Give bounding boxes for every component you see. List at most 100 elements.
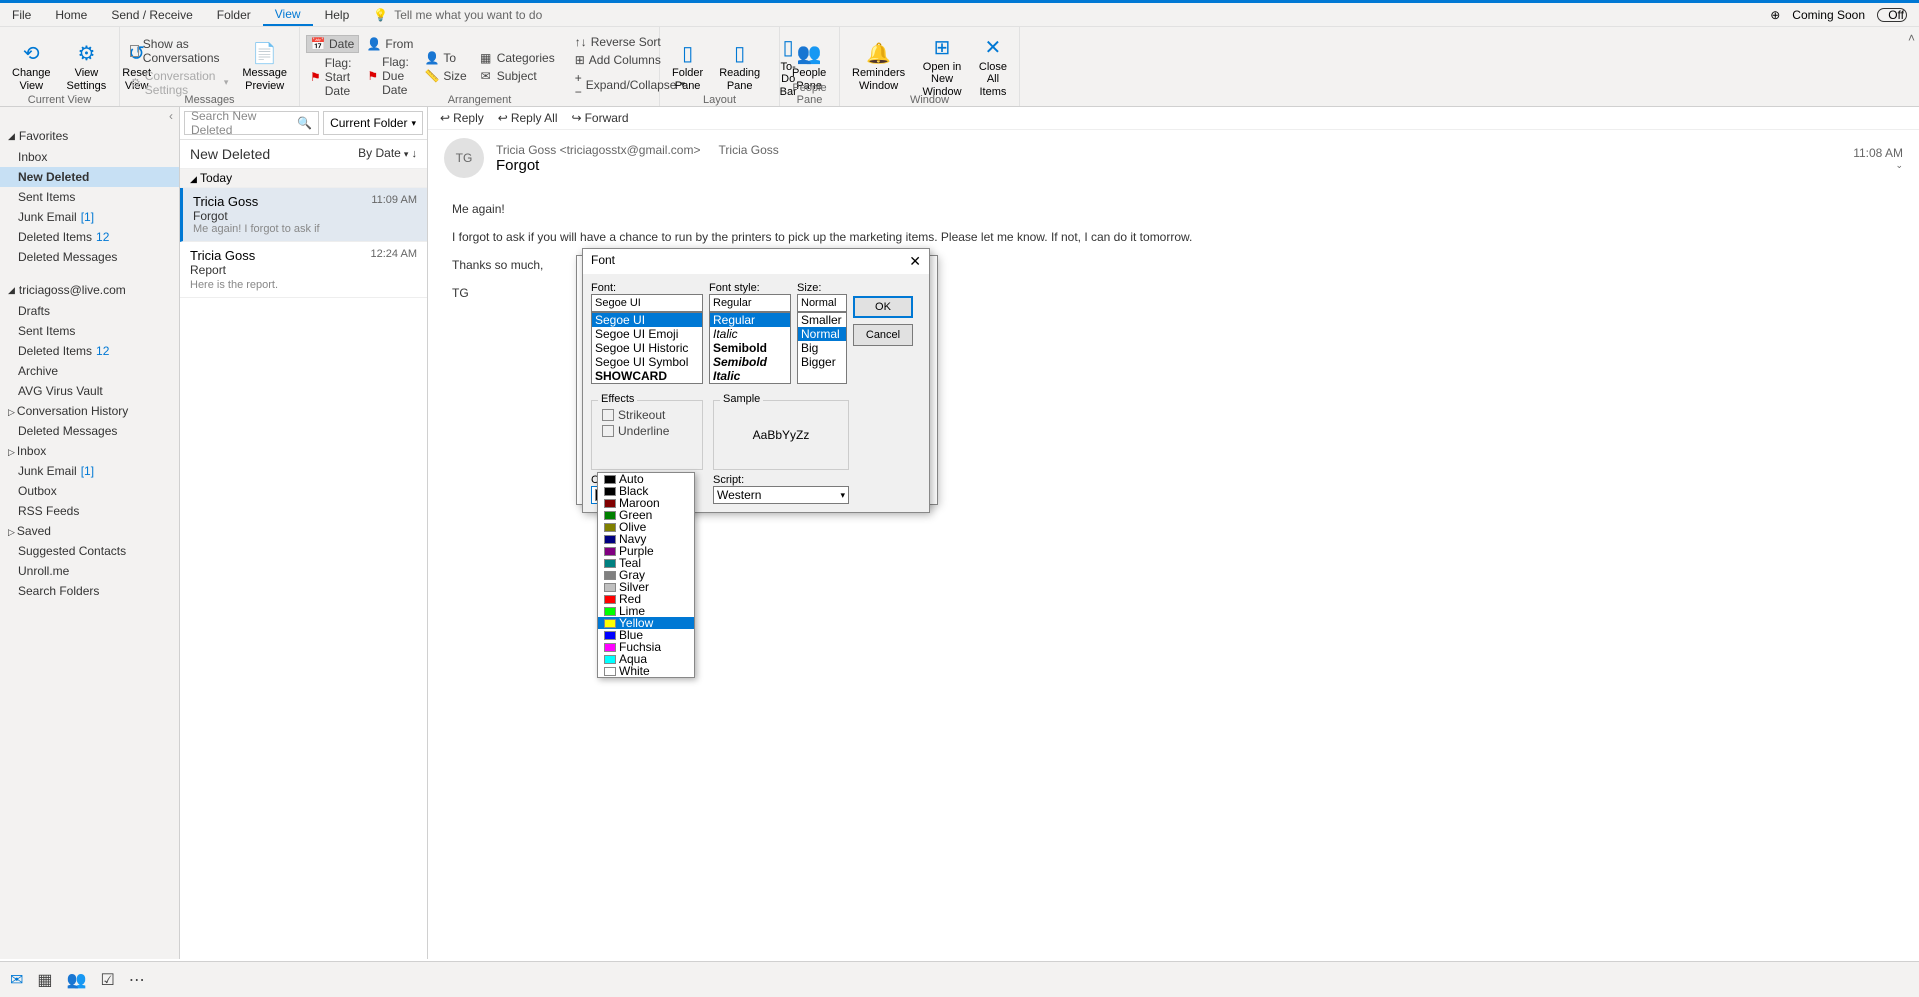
color-option[interactable]: Teal: [598, 557, 694, 569]
font-option[interactable]: Segoe UI Historic: [592, 341, 702, 355]
tell-me[interactable]: 💡 Tell me what you want to do: [373, 8, 542, 22]
tab-home[interactable]: Home: [43, 3, 99, 26]
nav-item[interactable]: Search Folders: [0, 581, 179, 601]
close-button[interactable]: ✕: [909, 253, 921, 270]
view-settings-button[interactable]: ⚙ViewSettings: [61, 29, 113, 104]
style-listbox[interactable]: RegularItalicSemiboldSemibold ItalicBold: [709, 312, 791, 384]
style-option[interactable]: Regular: [710, 313, 790, 327]
font-listbox[interactable]: Segoe UISegoe UI EmojiSegoe UI HistoricS…: [591, 312, 703, 384]
message-row[interactable]: Tricia GossForgotMe again! I forgot to a…: [180, 188, 427, 242]
more-icon[interactable]: ⋯: [129, 970, 145, 990]
collapse-ribbon-button[interactable]: ˄: [1904, 27, 1919, 106]
style-option[interactable]: Semibold: [710, 341, 790, 355]
color-option[interactable]: Purple: [598, 545, 694, 557]
calendar-icon[interactable]: ▦: [37, 970, 52, 990]
nav-item[interactable]: Outbox: [0, 481, 179, 501]
size-option[interactable]: Big: [798, 341, 846, 355]
font-option[interactable]: Segoe UI Symbol: [592, 355, 702, 369]
nav-item[interactable]: Suggested Contacts: [0, 541, 179, 561]
tab-file[interactable]: File: [0, 3, 43, 26]
open-new-window-button[interactable]: ⊞Open in NewWindow: [915, 29, 969, 104]
nav-item[interactable]: Drafts: [0, 301, 179, 321]
color-option[interactable]: Yellow: [598, 617, 694, 629]
group-label: Layout: [660, 94, 779, 106]
style-option[interactable]: Semibold Italic: [710, 355, 790, 383]
color-option[interactable]: Silver: [598, 581, 694, 593]
nav-item[interactable]: Archive: [0, 361, 179, 381]
ok-button[interactable]: OK: [853, 296, 913, 318]
size-listbox[interactable]: SmallerNormalBigBigger: [797, 312, 847, 384]
people-icon[interactable]: 👥: [67, 970, 87, 990]
tab-help[interactable]: Help: [313, 3, 362, 26]
arrange-subject-button[interactable]: ✉Subject: [475, 68, 559, 84]
style-option[interactable]: Bold: [710, 383, 790, 384]
font-option[interactable]: Segoe UI Emoji: [592, 327, 702, 341]
arrange-flag-start-button[interactable]: ⚑Flag: Start Date: [306, 55, 359, 99]
tasks-icon[interactable]: ☑: [100, 970, 114, 990]
nav-item[interactable]: RSS Feeds: [0, 501, 179, 521]
nav-item[interactable]: Deleted Messages: [0, 421, 179, 441]
nav-item[interactable]: Inbox: [0, 147, 179, 167]
style-option[interactable]: Italic: [710, 327, 790, 341]
script-dropdown[interactable]: Western▾: [713, 486, 849, 504]
underline-checkbox[interactable]: Underline: [598, 423, 696, 439]
arrange-to-button[interactable]: 👤To: [421, 50, 470, 66]
color-option[interactable]: White: [598, 665, 694, 677]
account-header[interactable]: ◢triciagoss@live.com: [0, 279, 179, 301]
size-option[interactable]: Bigger: [798, 355, 846, 369]
nav-item[interactable]: Sent Items: [0, 321, 179, 341]
reply-all-button[interactable]: ↩Reply All: [498, 111, 558, 125]
nav-item[interactable]: Deleted Items12: [0, 341, 179, 361]
bottom-bar: ✉ ▦ 👥 ☑ ⋯: [0, 961, 1919, 997]
favorites-header[interactable]: ◢Favorites: [0, 125, 179, 147]
nav-item[interactable]: Unroll.me: [0, 561, 179, 581]
nav-item[interactable]: ▷Inbox: [0, 441, 179, 461]
day-separator[interactable]: ◢ Today: [180, 168, 427, 188]
color-option[interactable]: Red: [598, 593, 694, 605]
strikeout-checkbox[interactable]: Strikeout: [598, 407, 696, 423]
search-input[interactable]: Search New Deleted🔍: [184, 111, 319, 135]
tab-folder[interactable]: Folder: [205, 3, 263, 26]
reply-button[interactable]: ↩Reply: [440, 111, 484, 125]
close-all-button[interactable]: ✕CloseAll Items: [973, 29, 1013, 104]
arrange-date-button[interactable]: 📅Date: [306, 35, 359, 53]
sort-dropdown[interactable]: By Date ▾ ↓: [358, 146, 417, 162]
collapse-nav-button[interactable]: ‹: [0, 107, 179, 125]
tab-view[interactable]: View: [263, 3, 313, 26]
arrange-flag-due-button[interactable]: ⚑Flag: Due Date: [363, 54, 417, 98]
conversation-settings-button[interactable]: ⚙Conversation Settings▾: [126, 68, 232, 98]
reminders-window-button[interactable]: 🔔RemindersWindow: [846, 29, 911, 104]
style-input[interactable]: [709, 294, 791, 312]
nav-item[interactable]: ▷Conversation History: [0, 401, 179, 421]
message-preview-button[interactable]: 📄MessagePreview: [236, 29, 293, 104]
nav-item[interactable]: Deleted Messages: [0, 247, 179, 267]
reading-pane-button[interactable]: ▯ReadingPane: [713, 29, 766, 104]
tab-send-receive[interactable]: Send / Receive: [99, 3, 204, 26]
nav-item[interactable]: Deleted Items12: [0, 227, 179, 247]
arrange-categories-button[interactable]: ▦Categories: [475, 50, 559, 66]
font-option[interactable]: SHOWCARD GOTHI: [592, 369, 702, 384]
nav-item[interactable]: Junk Email[1]: [0, 461, 179, 481]
nav-item[interactable]: Sent Items: [0, 187, 179, 207]
coming-soon-toggle[interactable]: Off: [1877, 8, 1907, 22]
nav-item[interactable]: AVG Virus Vault: [0, 381, 179, 401]
arrange-size-button[interactable]: 📏Size: [421, 68, 470, 84]
forward-button[interactable]: ↪Forward: [572, 111, 629, 125]
size-option[interactable]: Normal: [798, 327, 846, 341]
folder-pane-button[interactable]: ▯FolderPane: [666, 29, 709, 104]
change-view-button[interactable]: ⟲ChangeView: [6, 29, 57, 104]
size-option[interactable]: Smaller: [798, 313, 846, 327]
font-option[interactable]: Segoe UI: [592, 313, 702, 327]
size-input[interactable]: [797, 294, 847, 312]
show-conversations-checkbox[interactable]: Show as Conversations: [126, 36, 232, 66]
cancel-button[interactable]: Cancel: [853, 324, 913, 346]
nav-item[interactable]: ▷Saved: [0, 521, 179, 541]
font-input[interactable]: [591, 294, 703, 312]
nav-item[interactable]: Junk Email[1]: [0, 207, 179, 227]
arrange-from-button[interactable]: 👤From: [363, 36, 417, 52]
search-scope-dropdown[interactable]: Current Folder ▾: [323, 111, 423, 135]
nav-item[interactable]: New Deleted: [0, 167, 179, 187]
expand-header-button[interactable]: ⌄: [1853, 160, 1903, 171]
message-row[interactable]: Tricia GossReportHere is the report. 12:…: [180, 242, 427, 298]
mail-icon[interactable]: ✉: [10, 970, 23, 990]
